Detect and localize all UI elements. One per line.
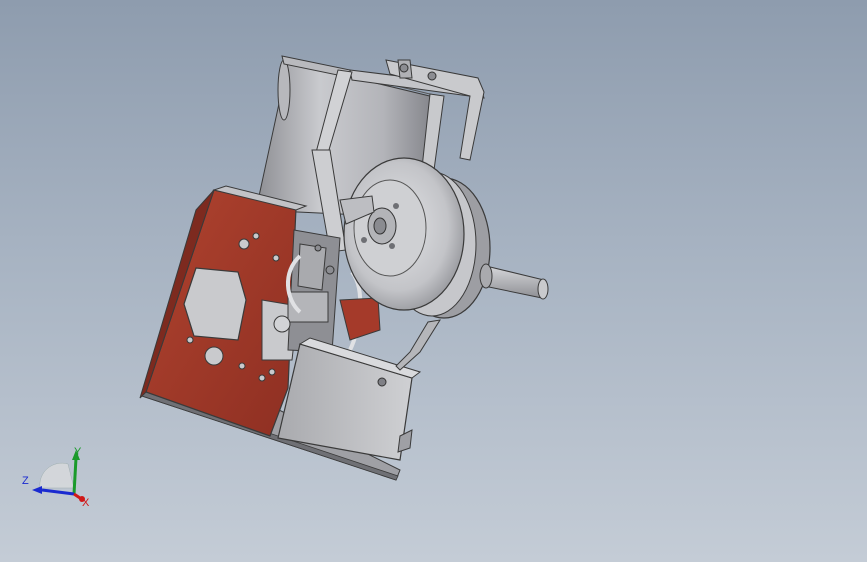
x-axis-arrow [73,492,81,500]
z-axis-arrowhead [32,486,42,494]
graphics-viewport[interactable]: Y Z X [0,0,867,562]
y-axis-arrow [72,457,78,495]
y-axis-label: Y [74,446,82,458]
orientation-triad[interactable]: Y Z X [18,444,92,510]
z-axis-label: Z [22,475,29,487]
red-side-plate[interactable] [139,185,308,437]
triad-sphere-quadrant [39,462,75,489]
x-axis-label: X [82,497,90,509]
cad-model[interactable] [0,0,867,562]
output-shaft[interactable] [479,263,549,300]
motor-disc-assembly[interactable] [339,157,491,319]
z-axis-arrow [41,488,75,496]
